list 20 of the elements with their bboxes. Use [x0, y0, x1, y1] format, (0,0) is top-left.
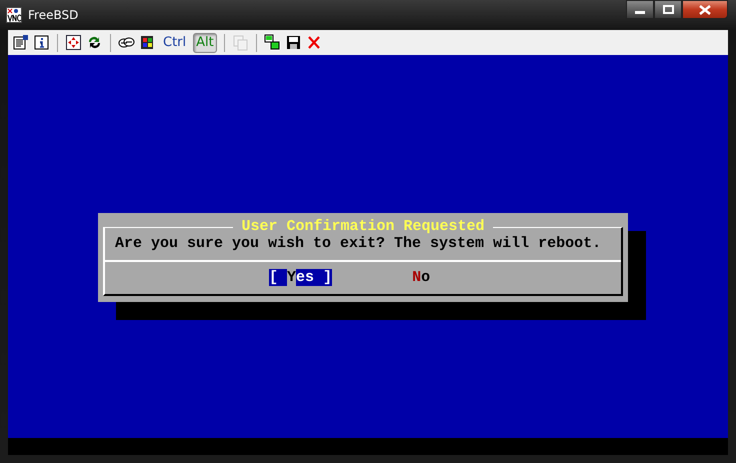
close-icon [699, 4, 711, 14]
app-icon [6, 7, 22, 23]
options-icon[interactable] [12, 34, 29, 51]
minimize-button[interactable] [626, 0, 654, 19]
info-icon[interactable] [33, 34, 50, 51]
dialog-button[interactable]: [ Yes ] [269, 270, 332, 286]
maximize-button[interactable] [654, 0, 682, 19]
refresh-icon[interactable] [86, 34, 103, 51]
transfer-icon[interactable] [264, 34, 281, 51]
dialog-message: Are you sure you wish to exit? The system will reboot. [114, 235, 602, 254]
key-toggle[interactable]: Alt [193, 32, 217, 52]
fullscreen-icon[interactable] [65, 34, 82, 51]
key-toggle[interactable]: Ctrl [160, 32, 190, 52]
maximize-icon [662, 5, 674, 14]
close-icon[interactable] [306, 34, 323, 51]
dialog-button[interactable]: No [412, 270, 430, 286]
close-button[interactable] [682, 0, 728, 19]
save-icon[interactable] [284, 34, 302, 51]
dialog-title: User Confirmation Requested [240, 219, 486, 235]
window-title: FreeBSD [28, 7, 78, 24]
